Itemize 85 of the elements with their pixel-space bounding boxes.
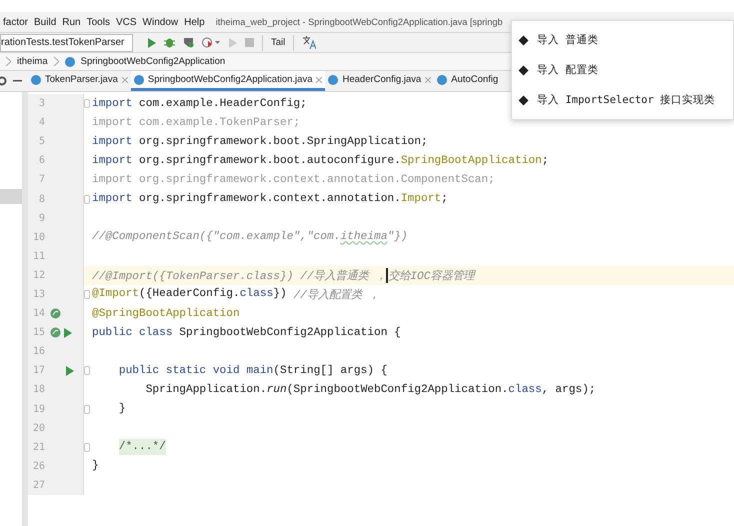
class-icon	[64, 56, 75, 66]
class-icon	[437, 74, 448, 84]
bullet-icon	[518, 65, 528, 75]
code-line: public static void main(String[] args) {	[118, 364, 388, 377]
popup-item[interactable]: 导入 普通类	[512, 25, 733, 55]
menu-item[interactable]: Window	[140, 16, 182, 28]
editor-tab[interactable]: TokenParser.java	[28, 71, 131, 91]
code-line: SpringApplication.run(SpringbootWebConfig2Application.class, args);	[144, 384, 596, 396]
code-line: import org.springframework.context.annotation.ComponentScan;	[91, 174, 495, 186]
bullet-icon	[518, 95, 528, 105]
bean-icon	[50, 327, 61, 338]
chevron-icon	[6, 57, 11, 66]
code-line: @SpringBootApplication	[91, 308, 240, 320]
code-line: //@ComponentScan({"com.example","com.itheima"})	[91, 231, 408, 244]
fold-marker-icon[interactable]	[84, 366, 90, 376]
tail-button[interactable]: Tail	[271, 37, 286, 48]
run-config-dropdown[interactable]: rationTests.testTokenParser	[0, 34, 133, 52]
line-number: 18	[32, 384, 45, 396]
popup-item[interactable]: 导入 ImportSelector 接口实现类	[512, 85, 733, 115]
close-icon[interactable]	[316, 76, 322, 82]
line-number: 20	[32, 422, 45, 434]
code-line: }	[118, 403, 126, 416]
fold-marker-icon[interactable]	[84, 290, 90, 299]
code-line: import org.springframework.boot.autoconfigure.SpringBootApplication;	[91, 154, 549, 167]
line-number: 19	[32, 404, 45, 415]
line-number: 7	[38, 174, 45, 186]
line-number: 3	[38, 98, 45, 110]
popup-item[interactable]: 导入 配置类	[512, 55, 733, 85]
settings-icon[interactable]	[0, 76, 7, 86]
bug-icon[interactable]	[164, 37, 175, 48]
menu-item[interactable]: Tools	[84, 16, 113, 28]
code-line: @Import({HeaderConfig.class}) //导入配置类 ，	[91, 286, 380, 302]
run-icon[interactable]	[63, 328, 72, 338]
line-number: 14	[32, 308, 45, 320]
translate-icon[interactable]	[302, 36, 316, 49]
editor-tab[interactable]: AutoConfig	[434, 71, 502, 91]
bean-icon	[50, 308, 61, 320]
close-icon[interactable]	[122, 76, 128, 82]
line-number: 10	[32, 232, 45, 243]
class-icon	[31, 74, 41, 84]
line-number: 21	[32, 442, 45, 453]
window-title: itheima_web_project - SpringbootWebConfig2Application.java [springb	[216, 17, 503, 27]
editor-tab[interactable]: SpringbootWebConfig2Application.java	[130, 71, 326, 91]
menu-item[interactable]: Run	[59, 16, 84, 28]
run-icon[interactable]	[147, 38, 156, 48]
code-line: import org.springframework.context.annotation.Import;	[91, 193, 448, 206]
line-number: 8	[38, 194, 45, 205]
line-number: 27	[32, 480, 45, 491]
breadcrumb-item[interactable]: SpringbootWebConfig2Application	[80, 56, 226, 67]
editor-tab[interactable]: HeaderConfig.java	[325, 71, 434, 91]
code-line: import org.springframework.boot.SpringApplication;	[91, 136, 428, 148]
code-line: }	[91, 460, 99, 472]
code-line: import com.example.TokenParser;	[91, 116, 300, 129]
menu-item[interactable]: factor	[0, 16, 32, 28]
line-number: 26	[32, 460, 45, 472]
profiler-icon[interactable]	[202, 37, 220, 48]
fold-marker-icon[interactable]	[84, 99, 90, 108]
code-line: import com.example.HeaderConfig;	[91, 98, 307, 110]
chevron-icon	[54, 57, 59, 66]
close-icon[interactable]	[425, 76, 432, 82]
line-number: 5	[38, 136, 45, 148]
fold-marker-icon[interactable]	[84, 442, 90, 452]
line-number: 17	[32, 365, 45, 376]
bullet-icon	[518, 35, 528, 45]
fold-marker-icon[interactable]	[84, 404, 90, 414]
menu-item[interactable]: Help	[181, 16, 208, 28]
code-line: public class SpringbootWebConfig2Application {	[91, 326, 401, 339]
line-number: 6	[38, 155, 45, 166]
line-number: 16	[32, 346, 45, 358]
fold-marker-icon[interactable]	[84, 194, 90, 204]
class-icon	[328, 74, 338, 84]
line-number: 12	[32, 270, 45, 281]
run-icon[interactable]	[65, 366, 74, 376]
line-number: 9	[38, 212, 45, 224]
menu-item[interactable]: Build	[31, 16, 60, 28]
code-line: //@Import({TokenParser.class}) //导入普通类 ， 交给IOC容器管理	[90, 268, 474, 283]
line-number: 4	[38, 117, 45, 128]
menu-item[interactable]: VCS	[112, 16, 140, 28]
minimize-icon[interactable]	[13, 80, 22, 82]
line-number: 15	[32, 327, 45, 338]
shield-icon[interactable]	[183, 37, 194, 48]
class-icon	[134, 74, 144, 84]
line-number: 13	[32, 288, 45, 300]
line-number: 11	[32, 250, 45, 262]
breadcrumb-item[interactable]: itheima	[17, 56, 48, 67]
